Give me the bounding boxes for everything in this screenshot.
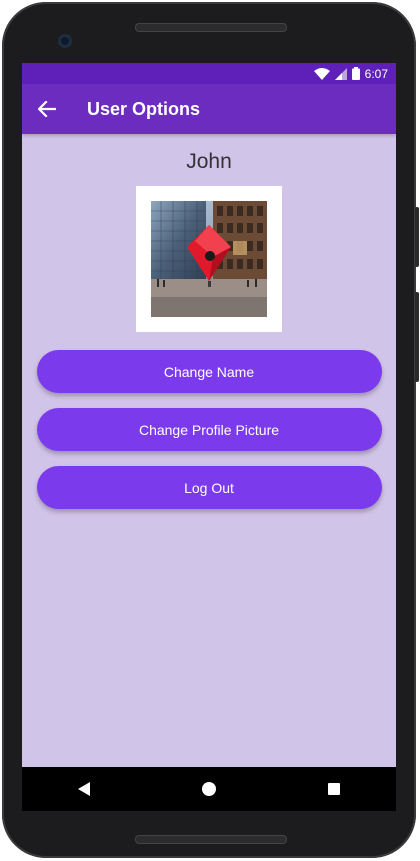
log-out-button[interactable]: Log Out — [36, 466, 382, 509]
user-options-content: John Change Name Change Profile Picture … — [22, 134, 396, 509]
system-nav-bar — [22, 767, 396, 811]
change-name-button[interactable]: Change Name — [36, 350, 382, 393]
battery-icon — [351, 67, 360, 80]
change-profile-picture-button[interactable]: Change Profile Picture — [36, 408, 382, 451]
power-button — [415, 207, 419, 267]
screen: 6:07 User Options John Change Name Chang… — [22, 63, 396, 767]
nav-home-button[interactable] — [189, 769, 229, 809]
nav-recents-button[interactable] — [314, 769, 354, 809]
profile-picture-frame — [136, 186, 282, 332]
user-name: John — [186, 150, 232, 173]
app-bar: User Options — [22, 84, 396, 134]
signal-icon — [334, 67, 347, 80]
front-camera — [58, 34, 72, 48]
wifi-icon — [313, 67, 330, 80]
profile-picture — [151, 201, 267, 317]
back-triangle-icon — [78, 782, 91, 796]
back-button[interactable] — [22, 84, 72, 134]
page-title: User Options — [87, 98, 201, 119]
home-circle-icon — [201, 782, 216, 796]
recents-square-icon — [327, 783, 340, 795]
arrow-back-icon — [38, 101, 56, 117]
status-bar: 6:07 — [22, 63, 396, 84]
bottom-speaker — [135, 835, 287, 844]
top-speaker — [135, 23, 287, 32]
clock: 6:07 — [364, 66, 388, 81]
volume-button — [415, 292, 419, 382]
nav-back-button[interactable] — [64, 769, 104, 809]
